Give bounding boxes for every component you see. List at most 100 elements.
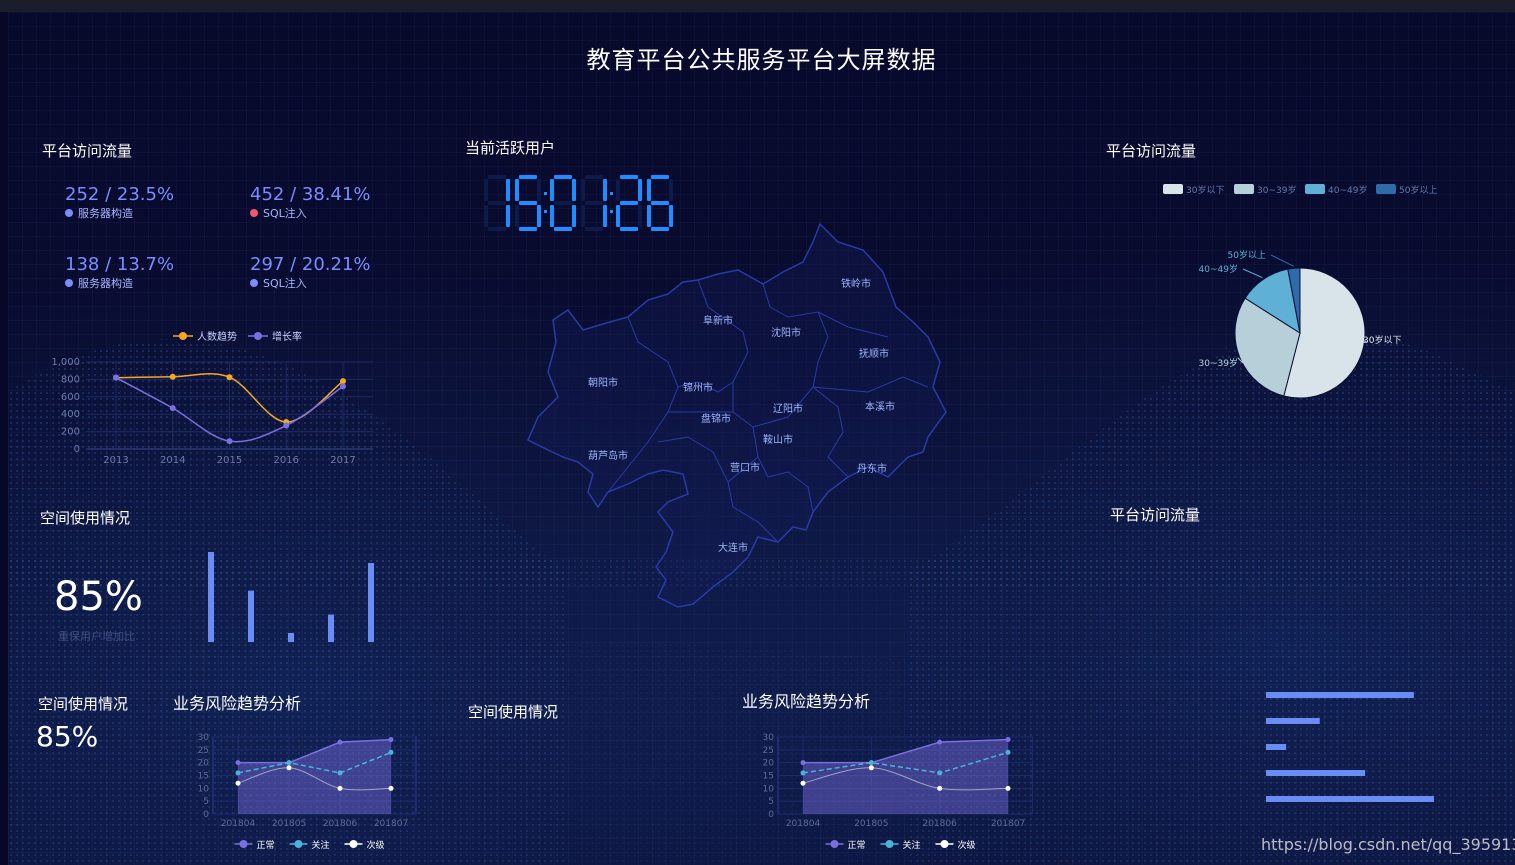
risk-xtick: 201805 [272,819,306,829]
horizontal-bar [1266,718,1320,724]
risk-legend-label: 正常 [257,839,275,851]
digit-1 [484,175,510,231]
browser-top-strip [0,0,1515,12]
risk-legend-label: 次级 [367,839,385,851]
city-label: 锦州市 [683,381,713,394]
space-center-title: 空间使用情况 [468,703,559,721]
digit-segment [550,179,554,201]
digit-segment [484,179,488,201]
trend-xtick: 2016 [274,455,299,466]
trend-ytick: 600 [61,392,80,403]
risk-center-area-chart: 0 5 10 15 20 25 30 201804 201805 201806 201807 正常 关注… [763,733,1033,851]
risk-ytick: 5 [768,797,774,807]
stat-2: 452 / 38.41% SQL注入 [250,184,371,221]
stat-2-label: SQL注入 [263,207,307,220]
trend-ytick: 0 [74,444,80,455]
risk-xtick: 201804 [786,819,821,829]
digit-segment [519,201,537,205]
horizontal-bar-chart [1266,692,1434,802]
trend-xtick: 2013 [103,455,128,466]
risk-left-title: 业务风险趋势分析 [173,694,302,713]
series-人数趋势-point [226,374,233,381]
digit-segment [669,179,673,201]
risk-center-title: 业务风险趋势分析 [742,692,871,711]
risk-point-次级 [937,785,943,791]
space-small-title: 空间使用情况 [38,695,129,713]
risk-point-关注 [388,749,394,755]
stat-4: 297 / 20.21% SQL注入 [250,254,371,291]
risk-point-正常 [937,739,943,745]
digit-segment [554,175,572,179]
risk-point-次级 [337,785,343,791]
risk-point-正常 [1005,737,1011,743]
trend-ytick: 1,000 [51,357,80,368]
risk-legend-label: 关注 [903,839,921,851]
digit-segment [506,179,510,201]
digit-segment [537,179,541,201]
digit-segment [585,201,603,205]
age-pie-title: 平台访问流量 [1106,142,1197,160]
digit-segment [603,179,607,201]
risk-ytick: 10 [198,784,210,794]
horizontal-bar [1266,744,1287,750]
horizontal-bar [1266,770,1366,776]
risk-left-area-chart: 0 5 10 15 20 25 30 201804 201805 201806 201807 正常 关注… [198,733,417,851]
pie-label-line [1270,254,1294,267]
stat-3-dot-icon [65,279,73,287]
series-增长率-point [169,405,176,412]
series-增长率-point [226,438,233,445]
city-label: 朝阳市 [588,376,618,389]
risk-ytick: 20 [763,759,775,769]
trend-xtick: 2014 [160,455,185,466]
space-bar [248,590,254,642]
risk-ytick: 5 [203,797,209,807]
liaoning-map[interactable]: 铁岭市阜新市沈阳市抚顺市朝阳市 锦州市辽阳市 本溪市盘锦市鞍山市葫芦岛市营口市 丹东市… [508,212,958,612]
trend-xtick: 2015 [217,455,242,466]
city-label: 本溪市 [865,400,895,413]
city-label: 葫芦岛市 [588,449,628,462]
watermark: https://blog.csdn.net/qq_39591330 [1261,835,1515,854]
risk-point-次级 [388,785,394,791]
risk-legend-marker [349,840,358,848]
digit-segment [488,175,506,179]
risk-point-次级 [286,765,292,771]
risk-point-正常 [235,760,241,766]
stat-1-label: 服务器构造 [78,207,133,220]
risk-point-正常 [337,739,343,745]
risk-point-次级 [235,780,241,786]
risk-ytick: 25 [198,746,209,756]
risk-legend-marker [294,840,303,848]
digit-segment [488,227,506,231]
risk-ytick: 30 [763,733,775,743]
right-mid-title: 平台访问流量 [1110,506,1201,524]
city-label: 阜新市 [703,314,733,327]
age-pie-legend: 30岁以下 30~39岁 40~49岁 50岁以上 [1163,184,1437,196]
risk-point-关注 [337,770,343,776]
digit-segment [651,175,669,179]
risk-legend-label: 次级 [958,839,976,851]
risk-xtick: 201805 [854,819,888,829]
risk-legend-marker [830,840,839,848]
stat-1-value: 252 / 23.5% [65,184,175,205]
pie-legend-label: 40~49岁 [1328,184,1367,196]
risk-legend-marker [940,840,949,848]
risk-legend-marker [239,840,248,848]
pie-legend-swatch [1163,184,1183,194]
series-增长率-point [283,422,290,429]
dashboard-frame: 教育平台公共服务平台大屏数据 平台访问流量 252 / 23.5% 服务器构造 … [8,12,1515,865]
legend-增长率-marker [254,332,262,340]
city-label: 抚顺市 [859,347,889,360]
space-bar-chart [208,552,374,642]
city-label: 鞍山市 [763,433,793,446]
city-label: 沈阳市 [771,326,801,339]
risk-xtick: 201806 [922,819,957,829]
legend-人数趋势-label: 人数趋势 [197,330,237,343]
risk-ytick: 30 [198,733,210,743]
risk-point-关注 [937,770,943,776]
risk-point-正常 [800,760,806,766]
legend-人数趋势-marker [179,332,187,340]
digit-segment [515,179,519,201]
risk-ytick: 0 [768,810,774,820]
space-small-percent: 85% [36,720,99,753]
risk-xtick: 201806 [323,819,358,829]
